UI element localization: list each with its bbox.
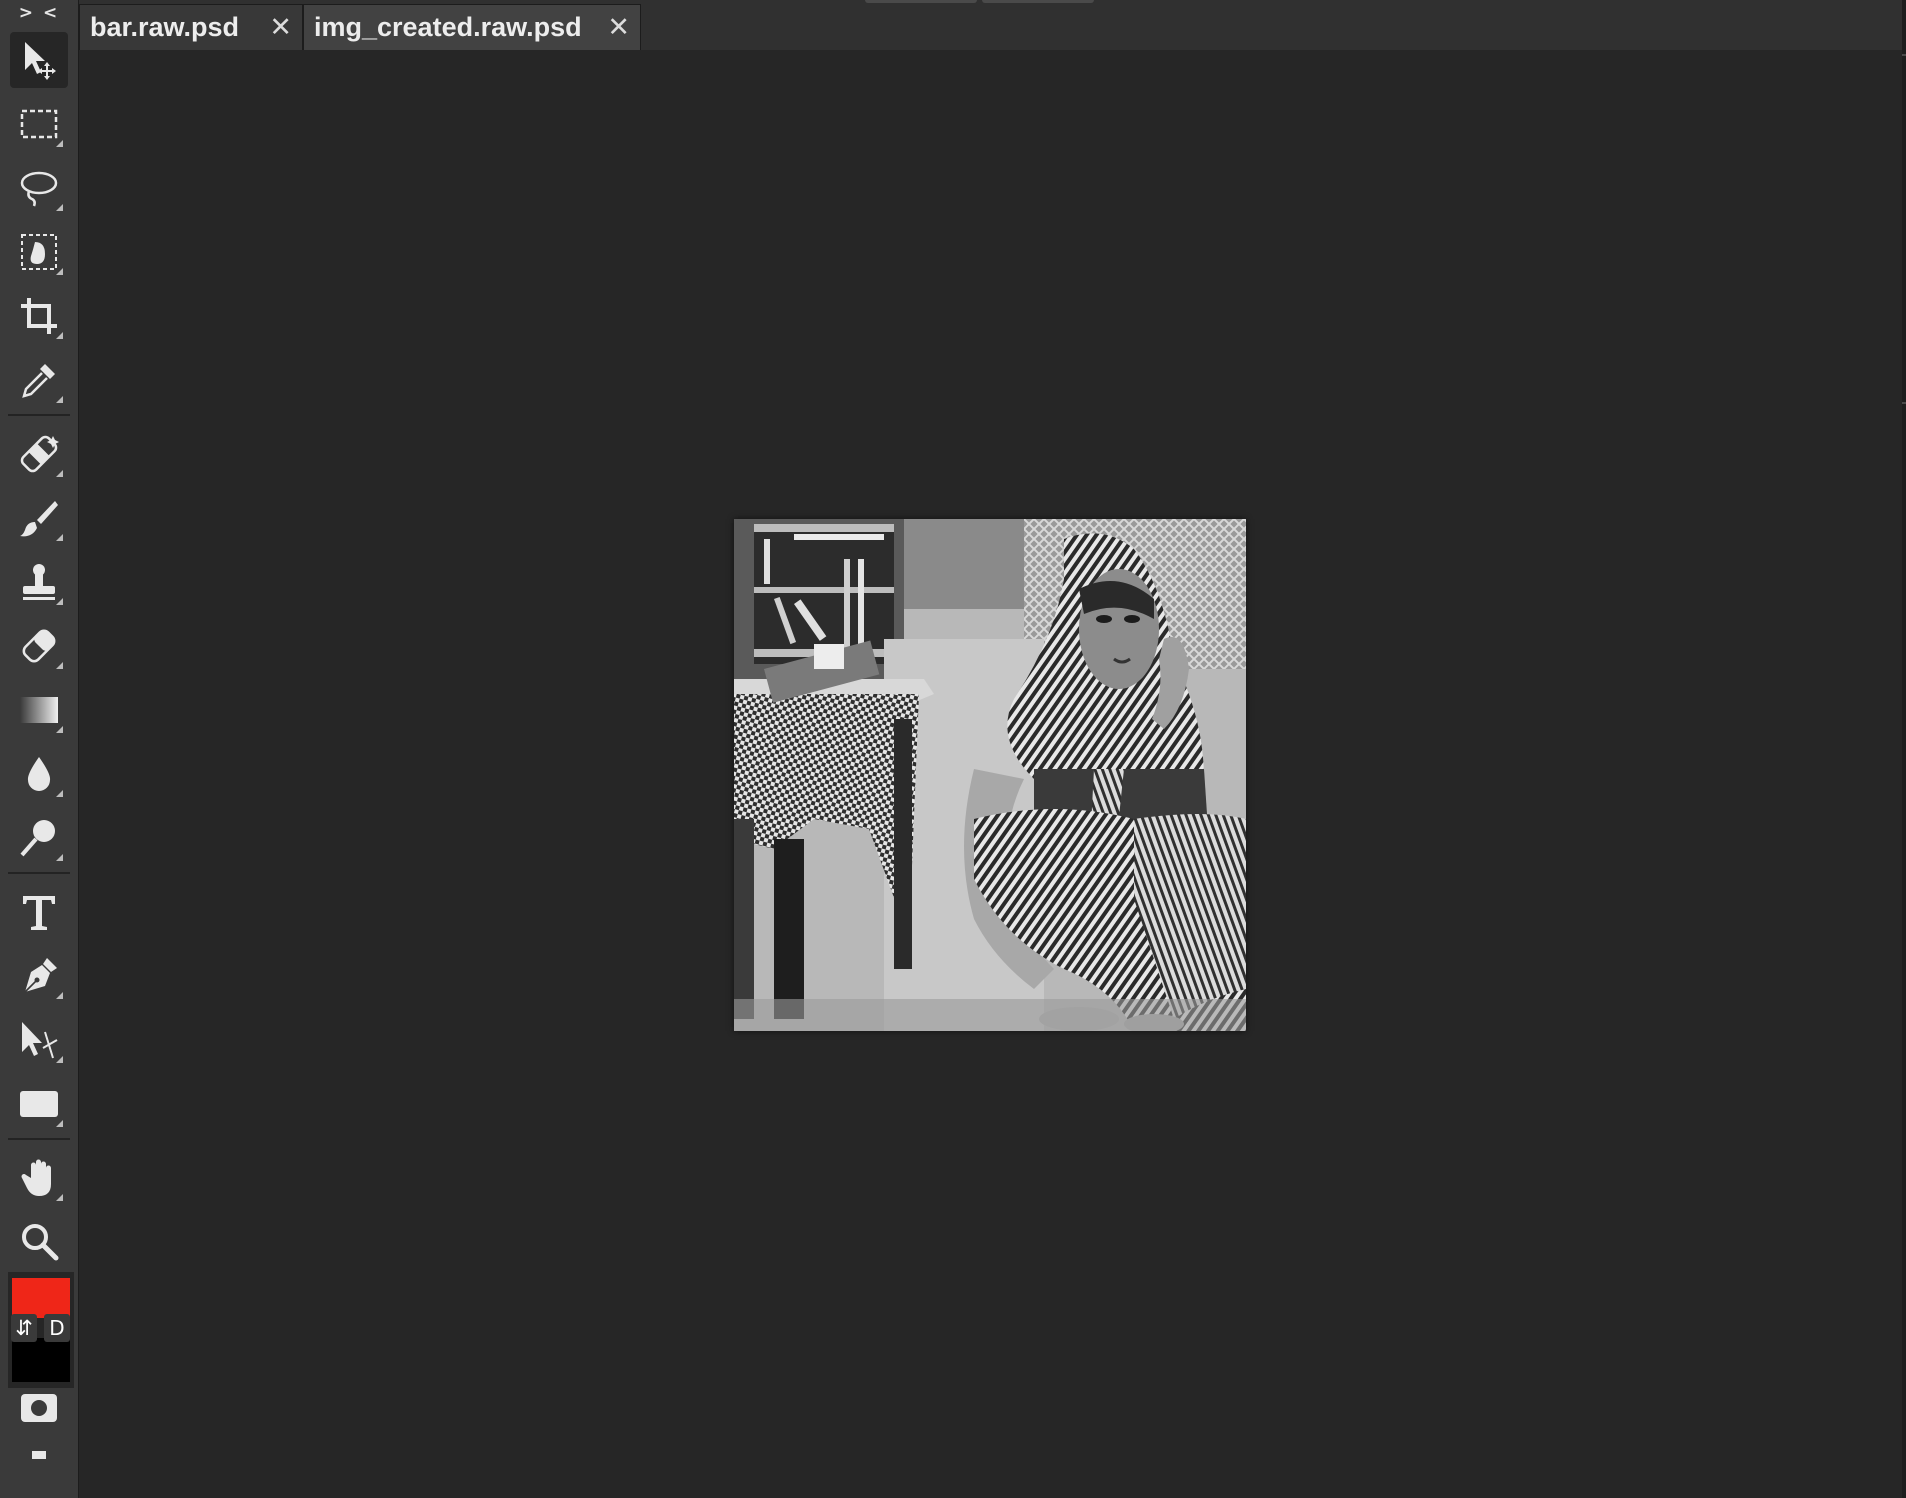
toolbar-divider (8, 872, 70, 874)
rectangle-shape-icon (20, 1091, 58, 1117)
healing-brush-tool[interactable] (10, 426, 68, 482)
more-tools-indicator (56, 662, 63, 669)
screen-mode-button[interactable] (10, 1432, 68, 1476)
bandage-icon (20, 435, 59, 473)
hand-icon (21, 1159, 51, 1196)
rectangular-marquee-tool[interactable] (10, 96, 68, 152)
more-tools-indicator (56, 726, 63, 733)
close-tab-icon[interactable]: ✕ (269, 11, 292, 45)
move-icon (25, 42, 56, 80)
more-tools-indicator (56, 790, 63, 797)
more-tools-indicator (56, 140, 63, 147)
path-selection-tool[interactable] (10, 1012, 68, 1068)
brush-tool[interactable] (10, 490, 68, 546)
quick-mask-button[interactable] (10, 1386, 68, 1430)
pen-icon (24, 958, 57, 993)
more-tools-indicator (56, 268, 63, 275)
move-tool[interactable] (10, 32, 68, 88)
screen-mode-icon (32, 1451, 46, 1459)
tab-label: bar.raw.psd (90, 12, 240, 42)
stamp-icon (23, 564, 55, 600)
crop-icon (21, 298, 57, 334)
more-tools-indicator (56, 396, 63, 403)
more-tools-indicator (56, 332, 63, 339)
swap-colors-button[interactable]: ⇵ (11, 1314, 37, 1342)
menu-handle (982, 0, 1094, 3)
toolbar-divider (8, 414, 70, 416)
clone-stamp-tool[interactable] (10, 554, 68, 610)
right-panel-edge (1902, 0, 1906, 1498)
type-tool[interactable] (10, 884, 68, 940)
tab-img-created-raw-psd[interactable]: img_created.raw.psd ✕ (303, 4, 641, 50)
menu-handle (865, 0, 977, 3)
dodge-tool[interactable] (10, 810, 68, 866)
dodge-icon (20, 820, 55, 857)
collapse-toolbar-button[interactable]: > < (0, 0, 78, 26)
foreground-color-swatch[interactable] (12, 1278, 70, 1318)
more-tools-indicator (56, 1120, 63, 1127)
hand-tool[interactable] (10, 1150, 68, 1206)
eraser-icon (22, 629, 56, 663)
more-tools-indicator (56, 854, 63, 861)
blur-tool[interactable] (10, 746, 68, 802)
zoom-icon (22, 1224, 59, 1261)
canvas-workspace[interactable] (79, 50, 1906, 1498)
quick-mask-icon (21, 1394, 57, 1422)
marquee-icon (20, 109, 58, 139)
more-tools-indicator (56, 470, 63, 477)
pen-tool[interactable] (10, 948, 68, 1004)
tab-bar-raw-psd[interactable]: bar.raw.psd ✕ (79, 4, 303, 50)
close-tab-icon[interactable]: ✕ (607, 11, 630, 45)
more-tools-indicator (56, 1056, 63, 1063)
tools-panel: > < ⇵ D (0, 0, 79, 1498)
grayscale-photo (734, 519, 1246, 1031)
toolbar-divider (8, 1138, 70, 1140)
crop-tool[interactable] (10, 288, 68, 344)
tab-label: img_created.raw.psd (314, 12, 582, 42)
more-tools-indicator (56, 1194, 63, 1201)
more-tools-indicator (56, 992, 63, 999)
brush-icon (20, 501, 58, 537)
lasso-tool[interactable] (10, 160, 68, 216)
document-tabs: bar.raw.psd ✕ img_created.raw.psd ✕ (79, 0, 1906, 50)
eyedropper-tool[interactable] (10, 352, 68, 408)
color-swatches: ⇵ D (8, 1272, 74, 1388)
path-select-icon (22, 1022, 58, 1059)
zoom-tool[interactable] (10, 1214, 68, 1270)
drop-icon (27, 757, 51, 791)
lasso-icon (20, 171, 58, 207)
more-tools-indicator (56, 534, 63, 541)
gradient-icon (20, 697, 58, 723)
eraser-tool[interactable] (10, 618, 68, 674)
default-colors-button[interactable]: D (44, 1314, 70, 1342)
gradient-tool[interactable] (10, 682, 68, 738)
background-color-swatch[interactable] (12, 1338, 70, 1382)
document-image[interactable] (734, 519, 1246, 1031)
type-icon (23, 896, 55, 930)
quick-select-icon (21, 234, 57, 270)
eyedropper-icon (22, 364, 55, 398)
photo-editor-window: > < ⇵ D bar.raw.psd ✕ img_created.raw.ps… (0, 0, 1906, 1498)
more-tools-indicator (56, 598, 63, 605)
more-tools-indicator (56, 204, 63, 211)
shape-tool[interactable] (10, 1076, 68, 1132)
quick-selection-tool[interactable] (10, 224, 68, 280)
